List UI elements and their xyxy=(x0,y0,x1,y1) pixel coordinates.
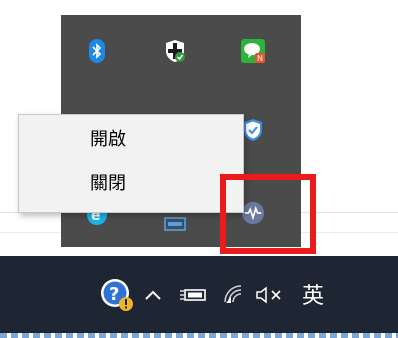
bluetooth-icon[interactable] xyxy=(85,39,109,63)
defender-shield-icon[interactable] xyxy=(241,118,265,142)
network-adapter-icon[interactable] xyxy=(163,211,187,235)
ime-label: 英 xyxy=(301,284,324,309)
line-chat-icon[interactable]: N xyxy=(241,39,265,63)
shield-check-icon[interactable] xyxy=(163,39,187,63)
svg-text:?: ? xyxy=(109,284,119,305)
volume-muted-icon[interactable] xyxy=(252,283,288,307)
context-menu: 開啟 關閉 xyxy=(18,114,244,213)
help-icon[interactable]: ? xyxy=(100,277,134,313)
highlight-box xyxy=(220,174,316,254)
menu-item-close[interactable]: 關閉 xyxy=(19,169,243,199)
taskbar-bottom-border xyxy=(0,333,398,338)
taskbar: ? 英 xyxy=(0,256,398,333)
ime-indicator[interactable]: 英 xyxy=(298,280,328,309)
wifi-icon[interactable] xyxy=(220,282,248,306)
chevron-up-icon[interactable] xyxy=(140,283,166,307)
svg-text:N: N xyxy=(257,54,263,63)
menu-item-open[interactable]: 開啟 xyxy=(19,125,243,155)
battery-icon[interactable] xyxy=(176,284,210,306)
